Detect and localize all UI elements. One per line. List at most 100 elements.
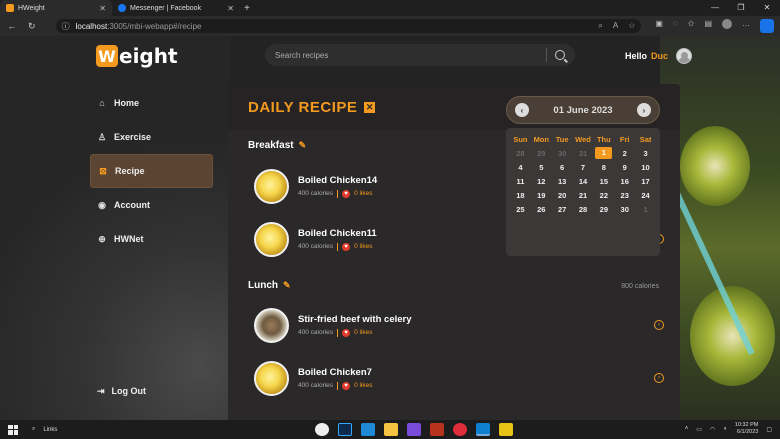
logo[interactable]: Weight	[96, 44, 178, 68]
calendar-day[interactable]: 28	[510, 149, 531, 158]
calendar-day[interactable]: 5	[531, 163, 552, 172]
app-icon[interactable]	[430, 423, 444, 436]
calendar-day[interactable]: 29	[531, 149, 552, 158]
calendar-day[interactable]: 22	[593, 191, 614, 200]
refresh-extension-icon[interactable]: ◌	[673, 19, 678, 33]
calendar-day[interactable]: 30	[614, 205, 635, 214]
calendar-day[interactable]: 30	[552, 149, 573, 158]
read-aloud-icon[interactable]: A	[613, 21, 618, 31]
app-icon[interactable]	[407, 423, 421, 436]
maximize-icon[interactable]: ❐	[728, 0, 754, 16]
search-input[interactable]: Search recipes	[265, 44, 575, 66]
profile-icon[interactable]	[722, 19, 732, 29]
calendar-day[interactable]: 3	[635, 149, 656, 158]
weekday-label: Sun	[513, 134, 528, 144]
minimize-icon[interactable]: —	[702, 0, 728, 16]
close-icon[interactable]: ✕	[227, 4, 234, 13]
app-icon[interactable]	[453, 423, 467, 436]
windows-start-icon[interactable]	[8, 424, 18, 435]
sidebar-item-account[interactable]: ◉ Account	[90, 188, 213, 222]
chevron-right-icon[interactable]: ›	[654, 373, 664, 383]
calendar-day[interactable]: 8	[593, 163, 614, 172]
heart-icon[interactable]: ♥	[342, 328, 351, 337]
edit-icon[interactable]: ✎	[283, 280, 291, 291]
calendar-day[interactable]: 13	[552, 177, 573, 186]
chevron-right-icon[interactable]: ›	[654, 320, 664, 330]
calendar-day[interactable]: 31	[573, 149, 594, 158]
refresh-icon[interactable]: ↻	[26, 21, 38, 32]
sidebar-item-exercise[interactable]: ♙ Exercise	[90, 120, 213, 154]
chevron-left-icon[interactable]: ‹	[515, 103, 529, 117]
favorite-icon[interactable]: ☆	[628, 21, 635, 31]
calendar-day[interactable]: 11	[510, 177, 531, 186]
selected-date[interactable]: 01 June 2023	[553, 105, 612, 116]
tab-messenger[interactable]: Messenger | Facebook ✕	[112, 0, 240, 16]
back-icon[interactable]: ←	[6, 21, 18, 31]
calendar-day[interactable]: 27	[552, 205, 573, 214]
speaker-icon[interactable]: ◖	[723, 426, 727, 432]
collections-icon[interactable]: ▤	[704, 19, 712, 33]
sidebar-item-home[interactable]: ⌂ Home	[90, 86, 213, 120]
close-window-icon[interactable]: ✕	[754, 0, 780, 16]
calendar-day[interactable]: 6	[552, 163, 573, 172]
calendar-day[interactable]: 9	[614, 163, 635, 172]
calendar-day[interactable]: 4	[510, 163, 531, 172]
calendar-day-selected[interactable]: 1	[595, 147, 613, 159]
calendar-day[interactable]: 2	[614, 149, 635, 158]
file-explorer-icon[interactable]	[384, 423, 398, 436]
app-icon[interactable]	[315, 423, 329, 436]
edit-icon[interactable]: ✎	[299, 140, 307, 151]
taskbar-search[interactable]: ⌕ Links	[32, 426, 122, 433]
calendar-day[interactable]: 25	[510, 205, 531, 214]
calendar-day[interactable]: 26	[531, 205, 552, 214]
close-icon[interactable]: ✕	[99, 4, 106, 13]
avatar[interactable]	[676, 48, 693, 64]
tab-hweight[interactable]: HWeight ✕	[0, 0, 112, 16]
heart-icon[interactable]: ♥	[342, 381, 351, 390]
chevron-right-icon[interactable]: ›	[637, 103, 651, 117]
app-icon[interactable]	[499, 423, 513, 436]
calendar-day[interactable]: 29	[593, 205, 614, 214]
calendar-day[interactable]: 23	[614, 191, 635, 200]
bing-icon[interactable]	[760, 19, 774, 33]
edge-icon[interactable]	[476, 423, 490, 436]
logout-button[interactable]: ⇥ Log Out	[90, 376, 146, 406]
heart-icon[interactable]: ♥	[342, 189, 351, 198]
chevron-up-icon[interactable]: ˄	[685, 426, 689, 432]
window-controls: — ❐ ✕	[702, 0, 780, 16]
calendar-day[interactable]: 24	[635, 191, 656, 200]
search-placeholder: Search recipes	[275, 50, 329, 60]
calendar-day[interactable]: 18	[510, 191, 531, 200]
calendar-day[interactable]: 10	[635, 163, 656, 172]
zoom-icon[interactable]: ⌕	[598, 21, 602, 31]
sidebar-item-recipe[interactable]: ⊠ Recipe	[90, 154, 213, 188]
heart-icon[interactable]: ♥	[342, 242, 351, 251]
photoshop-icon[interactable]	[338, 423, 352, 436]
battery-icon[interactable]: ▭	[696, 426, 702, 433]
calendar-day[interactable]: 14	[573, 177, 594, 186]
calendar-day[interactable]: 12	[531, 177, 552, 186]
calendar-day[interactable]: 17	[635, 177, 656, 186]
extension-icon[interactable]: ▣	[655, 19, 663, 33]
wifi-icon[interactable]: ◠	[710, 426, 715, 433]
calendar-day[interactable]: 1	[635, 205, 656, 214]
favorites-icon[interactable]: ✩	[688, 19, 695, 33]
new-tab-icon[interactable]: +	[240, 3, 254, 14]
vscode-icon[interactable]	[361, 423, 375, 436]
calendar-day[interactable]: 28	[573, 205, 594, 214]
calendar-day[interactable]: 20	[552, 191, 573, 200]
search-icon[interactable]	[555, 50, 565, 60]
menu-icon[interactable]: …	[742, 19, 750, 33]
clock[interactable]: 10:32 PM 6/1/2023	[735, 422, 759, 436]
calendar-day[interactable]: 21	[573, 191, 594, 200]
sidebar-item-hwnet[interactable]: ⊕ HWNet	[90, 222, 213, 256]
notification-icon[interactable]: ▢	[766, 426, 772, 433]
calendar-day[interactable]: 19	[531, 191, 552, 200]
list-item[interactable]: Stir-fried beef with celery 400 calories…	[254, 305, 664, 345]
calendar-day[interactable]: 15	[593, 177, 614, 186]
list-item[interactable]: Boiled Chicken7 400 calories ♥ 0 likes ›	[254, 358, 664, 398]
calendar-day[interactable]: 16	[614, 177, 635, 186]
info-icon[interactable]: ⓘ	[62, 21, 70, 32]
address-bar[interactable]: ⓘ localhost:3005/mbi-webapp#/recipe ⌕ A …	[55, 19, 642, 33]
calendar-day[interactable]: 7	[573, 163, 594, 172]
